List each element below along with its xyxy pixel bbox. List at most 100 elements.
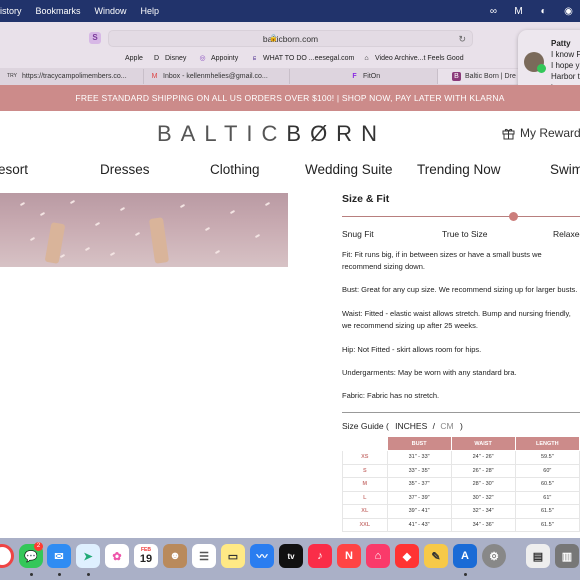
printer-icon[interactable]: ▤ bbox=[526, 544, 550, 568]
favorite-label: Disney bbox=[165, 55, 187, 62]
size-cell: XL bbox=[342, 504, 388, 519]
favorite-label: Video Archive...t Feels Good bbox=[375, 55, 464, 62]
appointy-icon: ◎ bbox=[199, 55, 206, 62]
units-cm-toggle[interactable]: CM bbox=[440, 421, 453, 431]
app-red-icon[interactable]: ◆ bbox=[395, 544, 419, 568]
site-logo[interactable]: BALTICBØRN bbox=[157, 121, 427, 149]
tab-fiton[interactable]: F FitOn bbox=[290, 69, 438, 84]
trash-icon[interactable]: ▥ bbox=[555, 544, 579, 568]
control-center-icon[interactable]: ◉ bbox=[563, 6, 574, 17]
units-separator: / bbox=[432, 421, 436, 431]
nav-resort[interactable]: esort bbox=[0, 162, 28, 177]
units-inches-toggle[interactable]: INCHES bbox=[395, 421, 427, 431]
fit-scale-marker bbox=[508, 212, 518, 221]
size-cell: XS bbox=[342, 450, 388, 465]
notes-icon[interactable]: ▭ bbox=[221, 544, 245, 568]
contacts-icon[interactable]: ☻ bbox=[163, 544, 187, 568]
dock: 💬 2 ✉ ➤ ✿ FEB 19 ☻ ☰ ▭ 〰 tv ♪ N ⌂ ◆ ✎ A … bbox=[0, 538, 580, 580]
messages-badge-icon bbox=[537, 64, 546, 73]
menu-help[interactable]: Help bbox=[141, 6, 160, 16]
favorite-label: Apple bbox=[125, 55, 143, 62]
size-cell: M bbox=[342, 477, 388, 492]
column-bust: BUST bbox=[386, 436, 452, 451]
favorite-label: Appointy bbox=[211, 55, 239, 62]
measure-cell: 61.5" bbox=[514, 517, 580, 532]
address-bar[interactable]: 🔒 balticborn.com ↻ bbox=[108, 30, 473, 47]
column-length: LENGTH bbox=[514, 436, 580, 451]
measure-cell: 31" - 33" bbox=[386, 450, 452, 465]
tab-label: FitOn bbox=[363, 73, 381, 80]
video-archive-icon: ⌂ bbox=[364, 55, 369, 62]
column-waist: WAIST bbox=[450, 436, 516, 451]
measure-cell: 24" - 26" bbox=[450, 450, 516, 465]
table-row: L 37" - 39" 30" - 32" 61" bbox=[342, 490, 580, 505]
model-leg bbox=[148, 217, 170, 264]
creative-cloud-icon[interactable]: ∞ bbox=[488, 6, 499, 17]
bust-note: Bust: Great for any cup size. We recomme… bbox=[342, 285, 578, 294]
fabric-note: Fabric: Fabric has no stretch. bbox=[342, 391, 440, 400]
dark-mode-icon[interactable]: ◐ bbox=[538, 6, 549, 17]
news-icon[interactable]: N bbox=[337, 544, 361, 568]
siri-icon[interactable]: S bbox=[89, 32, 101, 44]
menu-window[interactable]: Window bbox=[95, 6, 127, 16]
tab-gmail[interactable]: M Inbox - kellenmhelies@gmail.co... bbox=[144, 69, 290, 84]
running-indicator bbox=[30, 573, 33, 576]
malwarebytes-icon[interactable]: M bbox=[513, 6, 524, 17]
baltic-born-tab-icon: B bbox=[452, 72, 461, 81]
size-cell: S bbox=[342, 463, 388, 478]
favorite-video-archive[interactable]: ⌂ Video Archive...t Feels Good bbox=[362, 52, 464, 65]
tab-bar: TRY https://tracycampolimembers.co... M … bbox=[0, 68, 580, 85]
nav-swim[interactable]: Swim bbox=[550, 162, 580, 177]
size-guide-body: XS 31" - 33" 24" - 26" 59.5" S 33" - 35" 26" -… bbox=[342, 450, 580, 532]
reload-icon[interactable]: ↻ bbox=[458, 31, 466, 47]
tab-tracycampoli[interactable]: TRY https://tracycampolimembers.co... bbox=[0, 69, 144, 84]
measure-cell: 32" - 34" bbox=[450, 504, 516, 519]
calendar-icon[interactable]: FEB 19 bbox=[134, 544, 158, 568]
messages-badge: 2 bbox=[34, 542, 43, 551]
reminders-icon[interactable]: ☰ bbox=[192, 544, 216, 568]
divider bbox=[342, 412, 580, 413]
chrome-icon[interactable] bbox=[0, 544, 14, 568]
nav-clothing[interactable]: Clothing bbox=[210, 162, 260, 177]
fit-note: Fit: Fit runs big, if in between sizes o… bbox=[342, 250, 542, 271]
promo-banner[interactable]: FREE STANDARD SHIPPING ON ALL US ORDERS … bbox=[0, 85, 580, 111]
mail-icon[interactable]: ✉ bbox=[47, 544, 71, 568]
try-icon: TRY bbox=[7, 73, 17, 79]
table-row: XXL 41" - 43" 34" - 36" 61.5" bbox=[342, 517, 580, 532]
menu-bookmarks[interactable]: Bookmarks bbox=[36, 6, 81, 16]
music-icon[interactable]: ♪ bbox=[308, 544, 332, 568]
photos-icon[interactable]: ✿ bbox=[105, 544, 129, 568]
apple-icon bbox=[112, 54, 121, 63]
logo-born: BØRN bbox=[286, 121, 386, 146]
favorite-what-to-do[interactable]: ɕ WHAT TO DO ...eesegal.com bbox=[250, 52, 355, 65]
browser-toolbar: S 🔒 balticborn.com ↻ Apple D Disney ◎ Ap… bbox=[0, 22, 580, 85]
size-guide-title: Size Guide ( INCHES / CM ) bbox=[342, 421, 463, 431]
maps-icon[interactable]: ➤ bbox=[76, 544, 100, 568]
app-store-icon[interactable]: ⌂ bbox=[366, 544, 390, 568]
favorite-disney[interactable]: D Disney bbox=[152, 52, 186, 65]
size-cell: XXL bbox=[342, 517, 388, 532]
rewards-link[interactable]: My Rewards bbox=[502, 126, 580, 140]
apple-tv-icon[interactable]: tv bbox=[279, 544, 303, 568]
marker-app-icon[interactable]: ✎ bbox=[424, 544, 448, 568]
freeform-icon[interactable]: 〰 bbox=[250, 544, 274, 568]
tv-label: tv bbox=[287, 551, 295, 561]
fit-label-true: True to Size bbox=[442, 229, 488, 239]
tab-label: Inbox - kellenmhelies@gmail.co... bbox=[163, 73, 268, 80]
table-row: XL 39" - 41" 32" - 34" 61.5" bbox=[342, 504, 580, 519]
favorite-apple[interactable]: Apple bbox=[112, 52, 143, 65]
system-settings-icon[interactable]: ⚙ bbox=[482, 544, 506, 568]
finder-app-icon[interactable]: A bbox=[453, 544, 477, 568]
product-image[interactable] bbox=[0, 193, 288, 267]
table-row: M 35" - 37" 28" - 30" 60.5" bbox=[342, 477, 580, 492]
nav-dresses[interactable]: Dresses bbox=[100, 162, 150, 177]
nav-trending-now[interactable]: Trending Now bbox=[417, 162, 501, 177]
menu-history[interactable]: istory bbox=[0, 6, 22, 16]
table-row: XS 31" - 33" 24" - 26" 59.5" bbox=[342, 450, 580, 465]
size-cell: L bbox=[342, 490, 388, 505]
measure-cell: 61" bbox=[514, 490, 580, 505]
nav-wedding-suite[interactable]: Wedding Suite bbox=[305, 162, 393, 177]
notification-sender: Patty bbox=[551, 39, 571, 48]
favorite-appointy[interactable]: ◎ Appointy bbox=[198, 52, 238, 65]
main-nav: esort Dresses Clothing Wedding Suite Tre… bbox=[0, 160, 580, 182]
